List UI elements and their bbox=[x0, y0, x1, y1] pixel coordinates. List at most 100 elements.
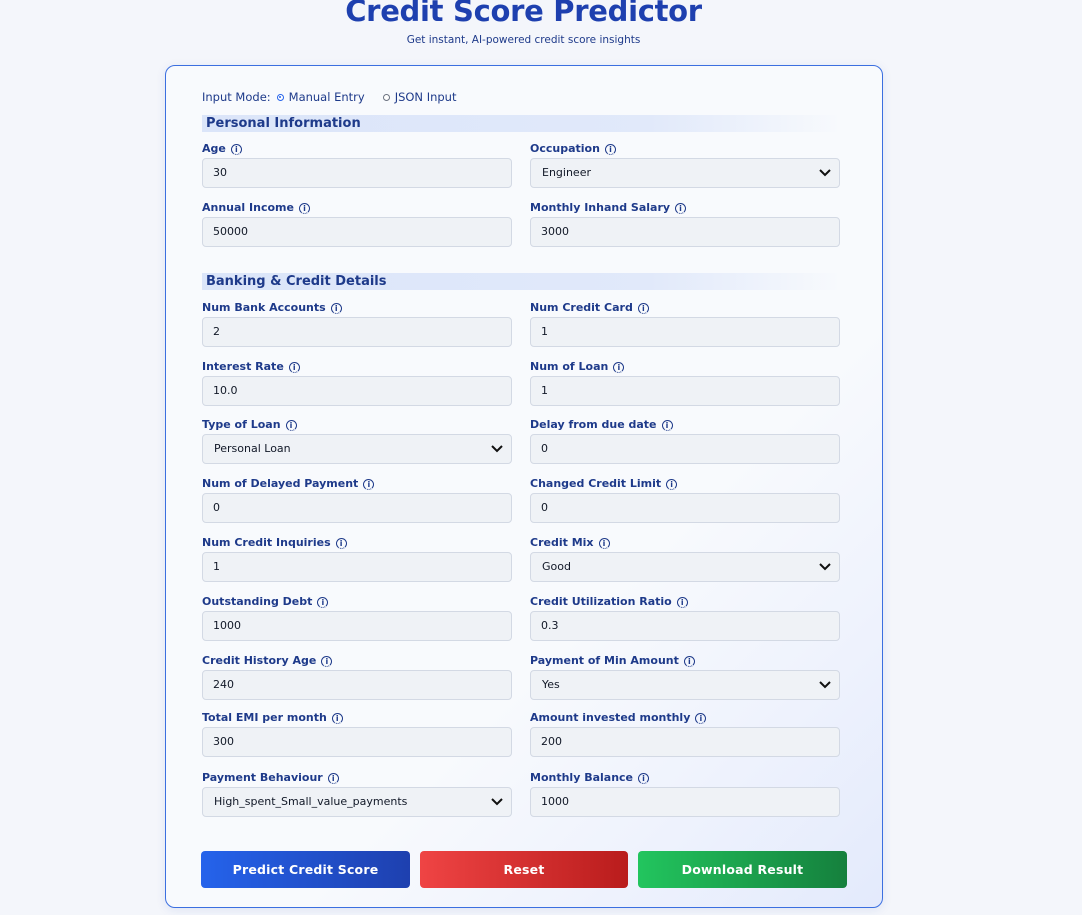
num-delayed-payment-input[interactable]: 0 bbox=[202, 493, 512, 523]
age-label: Age bbox=[202, 142, 226, 155]
outstanding-debt-input[interactable]: 1000 bbox=[202, 611, 512, 641]
field-annual-income: Annual Income i 50000 bbox=[202, 201, 512, 247]
annual-income-input[interactable]: 50000 bbox=[202, 217, 512, 247]
chevron-down-icon bbox=[819, 169, 831, 177]
info-icon[interactable]: i bbox=[661, 419, 673, 431]
credit-utilization-input[interactable]: 0.3 bbox=[530, 611, 840, 641]
info-icon[interactable]: i bbox=[683, 655, 695, 667]
credit-mix-label: Credit Mix bbox=[530, 536, 594, 549]
num-bank-accounts-label: Num Bank Accounts bbox=[202, 301, 326, 314]
field-credit-utilization: Credit Utilization Ratio i 0.3 bbox=[530, 595, 840, 641]
section-personal-information: Personal Information bbox=[202, 115, 842, 132]
payment-min-amount-label: Payment of Min Amount bbox=[530, 654, 679, 667]
info-icon[interactable]: i bbox=[327, 772, 339, 784]
num-credit-card-input[interactable]: 1 bbox=[530, 317, 840, 347]
field-monthly-balance: Monthly Balance i 1000 bbox=[530, 771, 840, 817]
json-input-option[interactable]: JSON Input bbox=[382, 90, 457, 104]
info-icon[interactable]: i bbox=[330, 302, 342, 314]
delay-from-due-label: Delay from due date bbox=[530, 418, 657, 431]
field-interest-rate: Interest Rate i 10.0 bbox=[202, 360, 512, 406]
field-num-credit-card: Num Credit Card i 1 bbox=[530, 301, 840, 347]
page-subtitle: Get instant, AI-powered credit score ins… bbox=[406, 34, 641, 46]
info-icon[interactable]: i bbox=[298, 202, 310, 214]
type-of-loan-select[interactable]: Personal Loan bbox=[202, 434, 512, 464]
info-icon[interactable]: i bbox=[331, 712, 343, 724]
credit-utilization-label: Credit Utilization Ratio bbox=[530, 595, 672, 608]
field-credit-history-age: Credit History Age i 240 bbox=[202, 654, 512, 700]
credit-mix-select[interactable]: Good bbox=[530, 552, 840, 582]
num-delayed-payment-label: Num of Delayed Payment bbox=[202, 477, 359, 490]
monthly-balance-label: Monthly Balance bbox=[530, 771, 634, 784]
field-delay-from-due: Delay from due date i 0 bbox=[530, 418, 840, 464]
monthly-salary-input[interactable]: 3000 bbox=[530, 217, 840, 247]
field-num-delayed-payment: Num of Delayed Payment i 0 bbox=[202, 477, 512, 523]
info-icon[interactable]: i bbox=[288, 361, 300, 373]
info-icon[interactable]: i bbox=[613, 361, 625, 373]
age-input[interactable]: 30 bbox=[202, 158, 512, 188]
info-icon[interactable]: i bbox=[637, 302, 649, 314]
info-icon[interactable]: i bbox=[285, 419, 297, 431]
interest-rate-input[interactable]: 10.0 bbox=[202, 376, 512, 406]
json-input-radio[interactable] bbox=[382, 93, 390, 101]
type-of-loan-label: Type of Loan bbox=[202, 418, 281, 431]
info-icon[interactable]: i bbox=[363, 478, 375, 490]
field-total-emi: Total EMI per month i 300 bbox=[202, 711, 512, 757]
payment-behaviour-label: Payment Behaviour bbox=[202, 771, 323, 784]
amount-invested-label: Amount invested monthly bbox=[530, 711, 691, 724]
info-icon[interactable]: i bbox=[695, 712, 707, 724]
occupation-label: Occupation bbox=[530, 142, 600, 155]
total-emi-input[interactable]: 300 bbox=[202, 727, 512, 757]
field-amount-invested: Amount invested monthly i 200 bbox=[530, 711, 840, 757]
input-mode-selector: Input Mode: Manual Entry JSON Input bbox=[202, 90, 474, 104]
info-icon[interactable]: i bbox=[604, 143, 616, 155]
num-of-loan-input[interactable]: 1 bbox=[530, 376, 840, 406]
payment-min-amount-value: Yes bbox=[542, 678, 560, 691]
info-icon[interactable]: i bbox=[676, 596, 688, 608]
payment-behaviour-value: High_spent_Small_value_payments bbox=[214, 795, 408, 808]
field-outstanding-debt: Outstanding Debt i 1000 bbox=[202, 595, 512, 641]
changed-credit-limit-input[interactable]: 0 bbox=[530, 493, 840, 523]
num-credit-inquiries-input[interactable]: 1 bbox=[202, 552, 512, 582]
num-of-loan-label: Num of Loan bbox=[530, 360, 609, 373]
field-credit-mix: Credit Mix i Good bbox=[530, 536, 840, 582]
info-icon[interactable]: i bbox=[638, 772, 650, 784]
page-title: Credit Score Predictor bbox=[345, 0, 702, 28]
info-icon[interactable]: i bbox=[317, 596, 329, 608]
info-icon[interactable]: i bbox=[230, 143, 242, 155]
chevron-down-icon bbox=[819, 563, 831, 571]
reset-button[interactable]: Reset bbox=[420, 851, 628, 888]
input-mode-label: Input Mode: bbox=[202, 90, 271, 104]
predict-credit-score-button[interactable]: Predict Credit Score bbox=[201, 851, 410, 888]
field-occupation: Occupation i Engineer bbox=[530, 142, 840, 188]
payment-behaviour-select[interactable]: High_spent_Small_value_payments bbox=[202, 787, 512, 817]
occupation-select[interactable]: Engineer bbox=[530, 158, 840, 188]
total-emi-label: Total EMI per month bbox=[202, 711, 327, 724]
prediction-form-card: Input Mode: Manual Entry JSON Input Pers… bbox=[165, 65, 883, 908]
num-bank-accounts-input[interactable]: 2 bbox=[202, 317, 512, 347]
payment-min-amount-select[interactable]: Yes bbox=[530, 670, 840, 700]
num-credit-card-label: Num Credit Card bbox=[530, 301, 633, 314]
chevron-down-icon bbox=[491, 798, 503, 806]
amount-invested-input[interactable]: 200 bbox=[530, 727, 840, 757]
annual-income-label: Annual Income bbox=[202, 201, 294, 214]
credit-history-age-input[interactable]: 240 bbox=[202, 670, 512, 700]
occupation-value: Engineer bbox=[542, 166, 591, 179]
field-changed-credit-limit: Changed Credit Limit i 0 bbox=[530, 477, 840, 523]
field-num-credit-inquiries: Num Credit Inquiries i 1 bbox=[202, 536, 512, 582]
field-age: Age i 30 bbox=[202, 142, 512, 188]
info-icon[interactable]: i bbox=[598, 537, 610, 549]
info-icon[interactable]: i bbox=[675, 202, 687, 214]
chevron-down-icon bbox=[491, 445, 503, 453]
field-num-bank-accounts: Num Bank Accounts i 2 bbox=[202, 301, 512, 347]
info-icon[interactable]: i bbox=[321, 655, 333, 667]
monthly-balance-input[interactable]: 1000 bbox=[530, 787, 840, 817]
download-result-button[interactable]: Download Result bbox=[638, 851, 847, 888]
interest-rate-label: Interest Rate bbox=[202, 360, 284, 373]
manual-entry-option[interactable]: Manual Entry bbox=[276, 90, 365, 104]
chevron-down-icon bbox=[819, 681, 831, 689]
info-icon[interactable]: i bbox=[666, 478, 678, 490]
info-icon[interactable]: i bbox=[335, 537, 347, 549]
manual-entry-radio[interactable] bbox=[276, 93, 284, 101]
delay-from-due-input[interactable]: 0 bbox=[530, 434, 840, 464]
json-input-label: JSON Input bbox=[394, 90, 457, 104]
